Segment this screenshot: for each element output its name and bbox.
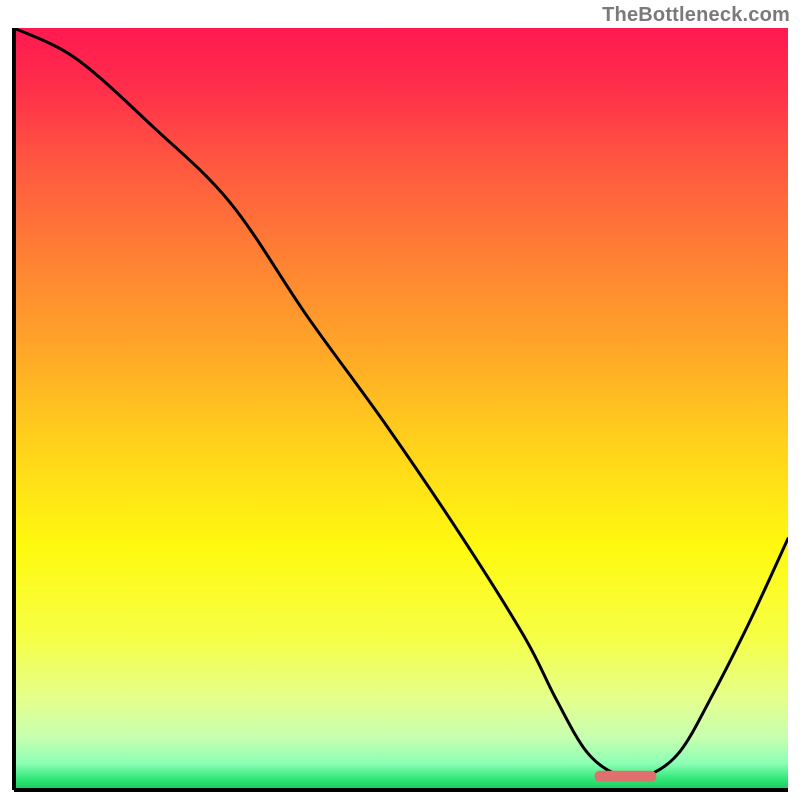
chart-frame: TheBottleneck.com (0, 0, 800, 800)
bottleneck-chart (0, 0, 800, 800)
optimal-marker (595, 771, 657, 782)
watermark-text: TheBottleneck.com (602, 4, 790, 27)
gradient-background (14, 28, 788, 790)
